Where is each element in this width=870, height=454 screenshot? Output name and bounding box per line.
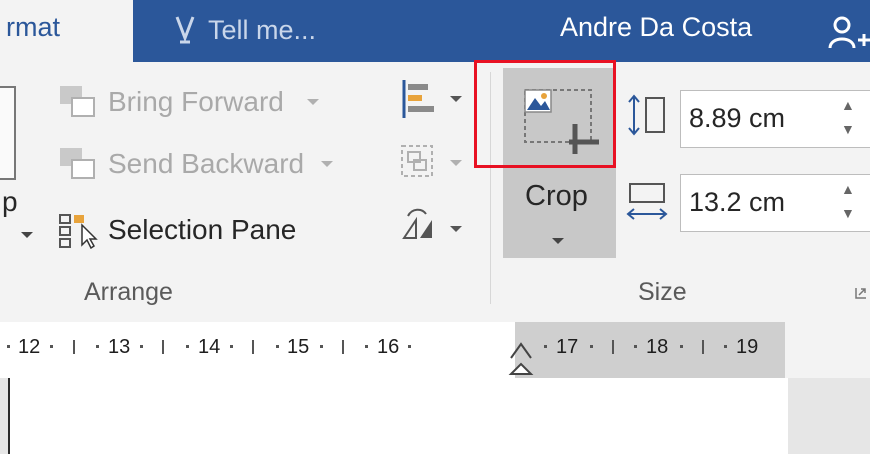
align-icon[interactable] bbox=[400, 76, 470, 122]
send-backward-button[interactable]: Send Backward bbox=[58, 142, 334, 186]
partial-label: p bbox=[2, 186, 18, 217]
chevron-down-icon bbox=[321, 161, 334, 167]
shape-height-icon bbox=[628, 94, 665, 136]
shape-height-value: 8.89 cm bbox=[689, 103, 786, 133]
tell-me-search[interactable]: Tell me... bbox=[172, 10, 316, 50]
shape-width-field[interactable]: 13.2 cm ▲ ▼ bbox=[680, 174, 870, 232]
chevron-down-icon bbox=[552, 238, 564, 244]
shape-height-field[interactable]: 8.89 cm ▲ ▼ bbox=[680, 90, 870, 148]
selection-pane-button[interactable]: Selection Pane bbox=[58, 207, 296, 253]
page-left-edge bbox=[8, 378, 10, 454]
ruler-number: 19 bbox=[736, 336, 759, 358]
ruler-text-area bbox=[0, 322, 515, 378]
lightbulb-icon bbox=[175, 16, 195, 44]
selection-pane-icon bbox=[59, 214, 98, 249]
shape-width-value: 13.2 cm bbox=[689, 187, 786, 217]
shape-width-icon bbox=[626, 183, 668, 220]
spin-up-icon[interactable]: ▲ bbox=[841, 181, 855, 197]
horizontal-ruler[interactable]: 12 13 14 15 16 17 18 19 bbox=[0, 322, 870, 378]
selection-pane-label: Selection Pane bbox=[108, 214, 297, 245]
ruler-number: 17 bbox=[556, 336, 579, 358]
size-group-label: Size bbox=[638, 278, 687, 306]
spin-down-icon[interactable]: ▼ bbox=[841, 205, 855, 221]
rotate-icon[interactable] bbox=[398, 204, 470, 250]
spin-up-icon[interactable]: ▲ bbox=[841, 97, 855, 113]
share-person-icon[interactable] bbox=[828, 16, 870, 50]
user-name[interactable]: Andre Da Costa bbox=[560, 12, 752, 43]
right-indent-marker[interactable] bbox=[508, 338, 534, 378]
title-bar: rmat Tell me... Andre Da Costa bbox=[0, 0, 870, 62]
send-backward-label: Send Backward bbox=[108, 148, 305, 179]
wrap-text-button-edge[interactable] bbox=[0, 86, 16, 180]
ruler-number: 18 bbox=[646, 336, 669, 358]
document-page[interactable] bbox=[10, 378, 788, 454]
spin-down-icon[interactable]: ▼ bbox=[841, 121, 855, 137]
crop-label: Crop bbox=[525, 180, 588, 212]
crop-highlight-box bbox=[474, 60, 616, 168]
ruler-number: 14 bbox=[198, 336, 221, 358]
group-icon[interactable] bbox=[398, 140, 470, 186]
ruler-number: 15 bbox=[287, 336, 310, 358]
bring-forward-button[interactable]: Bring Forward bbox=[58, 80, 320, 124]
dialog-launcher-icon[interactable] bbox=[854, 286, 868, 300]
ruler-number: 12 bbox=[18, 336, 41, 358]
tab-format-label: rmat bbox=[6, 12, 60, 42]
tab-format[interactable]: rmat bbox=[0, 0, 133, 62]
ruler-number: 16 bbox=[377, 336, 400, 358]
chevron-down-icon[interactable] bbox=[20, 230, 34, 240]
chevron-down-icon bbox=[306, 99, 319, 105]
tell-me-label: Tell me... bbox=[208, 14, 317, 45]
ruler-number: 13 bbox=[108, 336, 131, 358]
ribbon: p Bring Forward Send Backward Selection … bbox=[0, 60, 870, 322]
arrange-group-label: Arrange bbox=[84, 278, 173, 306]
bring-forward-label: Bring Forward bbox=[108, 86, 284, 117]
send-backward-icon bbox=[60, 148, 95, 179]
bring-forward-icon bbox=[60, 86, 95, 117]
